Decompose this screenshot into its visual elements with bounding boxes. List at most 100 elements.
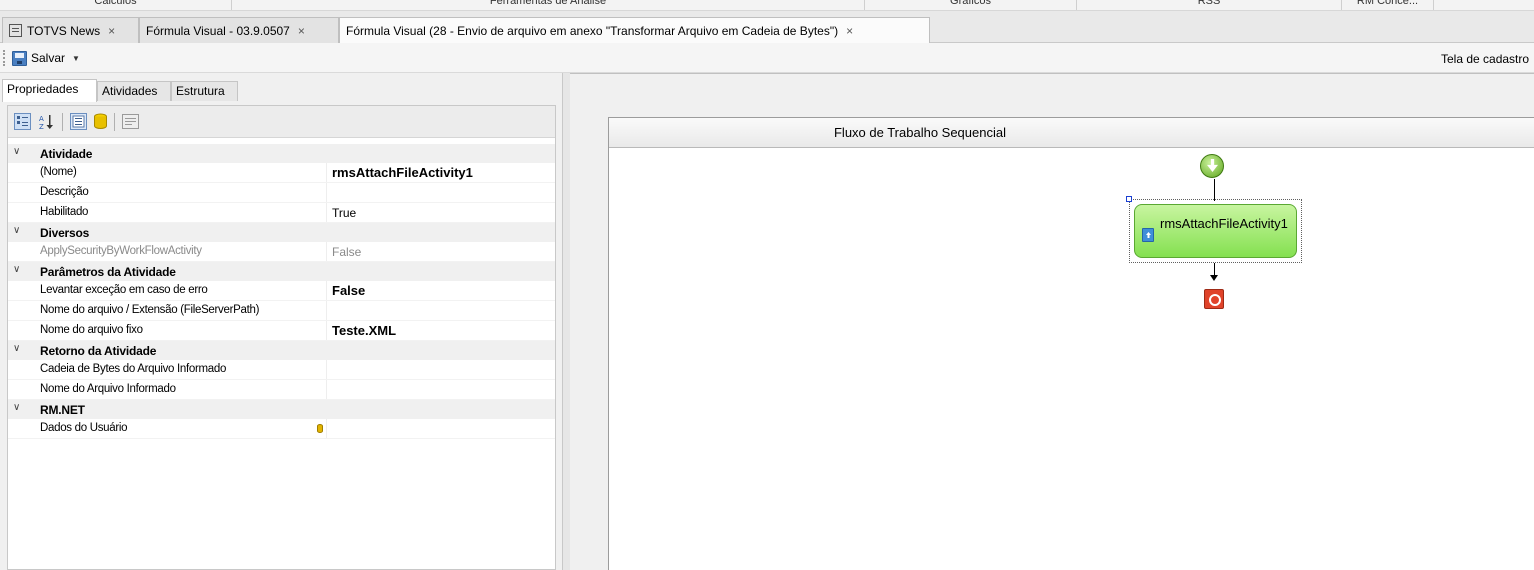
category-label: Atividade	[40, 147, 93, 161]
property-name: Descrição	[40, 186, 89, 198]
ribbon-group-calculos[interactable]: Cálculos	[0, 0, 232, 10]
svg-text:Z: Z	[39, 123, 44, 130]
category-retorno[interactable]: ∨ Retorno da Atividade	[8, 341, 555, 360]
categorized-icon[interactable]	[14, 113, 31, 130]
property-name: Habilitado	[40, 206, 89, 218]
category-label: Diversos	[40, 226, 90, 240]
tab-totvs-news[interactable]: TOTVS News ×	[2, 17, 139, 43]
panel-splitter[interactable]	[562, 73, 570, 570]
category-label: Parâmetros da Atividade	[40, 265, 176, 279]
ribbon-group-rm-conce[interactable]: RM Conce...	[1342, 0, 1434, 10]
property-name: Nome do Arquivo Informado	[40, 383, 176, 395]
property-row-cadeia-bytes[interactable]: Cadeia de Bytes do Arquivo Informado	[8, 360, 555, 380]
property-value: False	[332, 245, 362, 259]
close-icon[interactable]: ×	[108, 24, 115, 38]
tab-propriedades[interactable]: Propriedades	[2, 79, 97, 102]
upload-file-icon	[1142, 228, 1154, 242]
workflow-header: Fluxo de Trabalho Sequencial	[609, 118, 1534, 148]
category-rm-net[interactable]: ∨ RM.NET	[8, 400, 555, 419]
workflow-end-icon[interactable]	[1204, 289, 1224, 309]
chevron-down-icon[interactable]: ∨	[13, 146, 23, 157]
toolbar-separator	[62, 113, 63, 131]
chevron-down-icon[interactable]: ∨	[13, 225, 23, 236]
property-value[interactable]: rmsAttachFileActivity1	[332, 165, 473, 180]
svg-text:A: A	[39, 115, 44, 123]
property-value[interactable]: False	[332, 283, 365, 298]
property-name: Levantar exceção em caso de erro	[40, 284, 208, 296]
property-value[interactable]: True	[332, 206, 356, 220]
category-label: RM.NET	[40, 403, 85, 417]
screen-title-label: Tela de cadastro	[1441, 52, 1530, 66]
connector-line	[1214, 179, 1215, 201]
property-name: Cadeia de Bytes do Arquivo Informado	[40, 363, 227, 375]
property-row-dados-usuario[interactable]: Dados do Usuário	[8, 419, 555, 439]
document-tab-bar: TOTVS News × Fórmula Visual - 03.9.0507 …	[0, 11, 1534, 44]
workflow-canvas[interactable]: Fluxo de Trabalho Sequencial rmsAttachFi…	[608, 117, 1534, 570]
properties-panel: Propriedades Atividades Estrutura A Z ∨ …	[0, 73, 562, 570]
save-label: Salvar	[31, 51, 66, 65]
chevron-down-icon[interactable]: ∨	[13, 264, 23, 275]
category-label: Retorno da Atividade	[40, 344, 157, 358]
property-grid: ∨ Atividade (Nome) rmsAttachFileActivity…	[8, 144, 555, 439]
tab-label: TOTVS News	[27, 23, 101, 38]
ribbon-group-strip: Cálculos Ferramentas de Análise Gráficos…	[0, 0, 1534, 11]
tab-atividades[interactable]: Atividades	[97, 81, 171, 101]
properties-icon[interactable]	[70, 113, 87, 130]
toolbar-separator	[114, 113, 115, 131]
property-pages-icon[interactable]	[122, 113, 139, 130]
column-divider	[326, 360, 327, 379]
property-name: Nome do arquivo fixo	[40, 324, 143, 336]
arrow-down-icon	[1210, 275, 1218, 281]
save-button[interactable]: Salvar ▼	[12, 49, 80, 67]
property-row-habilitado[interactable]: Habilitado True	[8, 203, 555, 223]
category-parametros[interactable]: ∨ Parâmetros da Atividade	[8, 262, 555, 281]
chevron-down-icon[interactable]: ∨	[13, 402, 23, 413]
column-divider	[326, 203, 327, 222]
selection-handle[interactable]	[1126, 196, 1132, 202]
database-icon	[317, 424, 323, 433]
tab-estrutura[interactable]: Estrutura	[171, 81, 238, 101]
property-name: Dados do Usuário	[40, 422, 128, 434]
category-diversos[interactable]: ∨ Diversos	[8, 223, 555, 242]
category-atividade[interactable]: ∨ Atividade	[8, 144, 555, 163]
activity-label: rmsAttachFileActivity1	[1160, 216, 1288, 231]
tab-formula-visual-28[interactable]: Fórmula Visual (28 - Envio de arquivo em…	[339, 17, 930, 44]
column-divider	[326, 321, 327, 340]
column-divider	[326, 163, 327, 182]
toolbar-grip[interactable]	[3, 50, 5, 66]
property-row-nome-arquivo-fixo[interactable]: Nome do arquivo fixo Teste.XML	[8, 321, 555, 341]
property-value[interactable]: Teste.XML	[332, 323, 396, 338]
main-toolbar: Salvar ▼ Tela de cadastro	[0, 43, 1534, 73]
column-divider	[326, 242, 327, 261]
property-name: Nome do arquivo / Extensão (FileServerPa…	[40, 304, 260, 316]
news-icon	[9, 24, 22, 37]
alphabetical-icon[interactable]: A Z	[38, 113, 55, 130]
workflow-start-icon[interactable]	[1200, 154, 1224, 178]
chevron-down-icon[interactable]: ▼	[72, 54, 80, 63]
tab-formula-visual-03[interactable]: Fórmula Visual - 03.9.0507 ×	[139, 17, 339, 43]
property-row-apply-security[interactable]: ApplySecurityByWorkFlowActivity False	[8, 242, 555, 262]
database-icon[interactable]	[92, 113, 109, 130]
property-row-file-server-path[interactable]: Nome do arquivo / Extensão (FileServerPa…	[8, 301, 555, 321]
column-divider	[326, 281, 327, 300]
save-icon	[12, 50, 27, 66]
column-divider	[326, 419, 327, 438]
close-icon[interactable]: ×	[846, 24, 853, 38]
close-icon[interactable]: ×	[298, 24, 305, 38]
chevron-down-icon[interactable]: ∨	[13, 343, 23, 354]
ribbon-group-graficos[interactable]: Gráficos	[865, 0, 1077, 10]
column-divider	[326, 380, 327, 399]
property-name: (Nome)	[40, 166, 77, 178]
property-row-levantar-excecao[interactable]: Levantar exceção em caso de erro False	[8, 281, 555, 301]
ribbon-group-ferramentas[interactable]: Ferramentas de Análise	[232, 0, 865, 10]
ribbon-group-rss[interactable]: RSS	[1077, 0, 1342, 10]
property-row-nome[interactable]: (Nome) rmsAttachFileActivity1	[8, 163, 555, 183]
activity-rms-attach-file[interactable]: rmsAttachFileActivity1	[1134, 204, 1297, 258]
workflow-designer: Fluxo de Trabalho Sequencial rmsAttachFi…	[570, 73, 1534, 570]
property-row-nome-arquivo-informado[interactable]: Nome do Arquivo Informado	[8, 380, 555, 400]
property-grid-toolbar: A Z	[8, 106, 555, 138]
property-row-descricao[interactable]: Descrição	[8, 183, 555, 203]
column-divider	[326, 301, 327, 320]
tab-label: Fórmula Visual (28 - Envio de arquivo em…	[346, 24, 839, 38]
tab-label: Fórmula Visual - 03.9.0507	[146, 23, 290, 38]
